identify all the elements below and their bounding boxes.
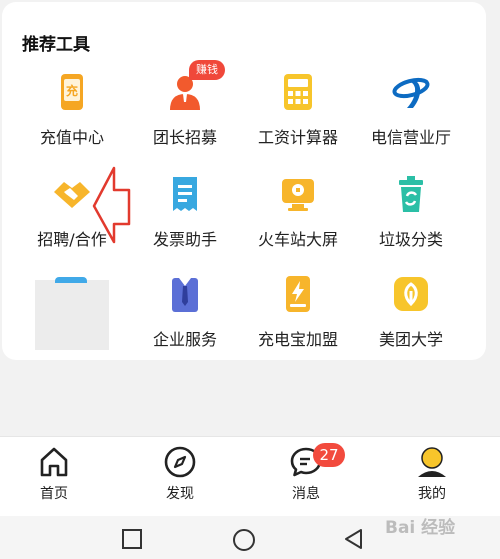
section-title: 推荐工具 (22, 35, 90, 55)
tool-station-screen[interactable]: 火车站大屏 (243, 174, 353, 250)
tab-label: 消息 (292, 486, 320, 502)
tab-home[interactable]: 首页 (14, 445, 94, 503)
svg-text:充: 充 (66, 83, 78, 98)
calculator-icon (278, 72, 318, 112)
watermark: Bai 经验 (385, 518, 456, 538)
tab-discover[interactable]: 发现 (140, 445, 220, 503)
university-icon (391, 274, 431, 314)
tool-salary-calculator[interactable]: 工资计算器 (243, 72, 353, 148)
tool-leader-recruit[interactable]: 团长招募 (130, 72, 240, 148)
tool-label: 发票助手 (152, 230, 217, 249)
tab-label: 我的 (418, 486, 446, 502)
tool-enterprise-service[interactable]: 企业服务 (130, 274, 240, 350)
tool-invoice-assistant[interactable]: 发票助手 (130, 174, 240, 250)
home-icon (40, 447, 68, 477)
tab-mine[interactable]: 我的 (392, 445, 472, 503)
telecom-icon (391, 72, 431, 112)
tool-label: 充值中心 (39, 128, 104, 147)
tab-label: 发现 (166, 486, 194, 502)
tool-label: 火车站大屏 (257, 230, 338, 249)
bottom-tab-bar: 首页 发现 消息 我的 (0, 436, 500, 516)
tool-label: 企业服务 (152, 330, 217, 349)
earn-badge: 赚钱 (189, 60, 225, 80)
profile-icon (418, 447, 446, 477)
train-screen-icon (278, 174, 318, 214)
message-count-badge: 27 (313, 443, 345, 467)
tool-label: 美团大学 (378, 330, 443, 349)
handshake-icon (52, 174, 92, 214)
tool-label: 团长招募 (152, 128, 217, 147)
trash-icon (391, 174, 431, 214)
recharge-icon: 充 (52, 72, 92, 112)
redacted-tool-tile[interactable] (35, 277, 109, 350)
recent-apps-icon[interactable] (121, 528, 143, 550)
tool-telecom-hall[interactable]: 电信营业厅 (356, 72, 466, 148)
enterprise-icon (165, 274, 205, 314)
tool-label: 垃圾分类 (378, 230, 443, 249)
tool-label: 工资计算器 (257, 128, 338, 147)
invoice-icon (165, 174, 205, 214)
tool-meituan-university[interactable]: 美团大学 (356, 274, 466, 350)
partial-icon (55, 277, 87, 283)
tool-power-bank[interactable]: 充电宝加盟 (243, 274, 353, 350)
power-bank-icon (278, 274, 318, 314)
annotation-arrow-icon (92, 166, 131, 244)
tool-label: 充电宝加盟 (257, 330, 338, 349)
compass-icon (164, 446, 196, 478)
tool-label: 电信营业厅 (370, 128, 451, 147)
home-circle-icon[interactable] (232, 528, 256, 552)
back-triangle-icon[interactable] (343, 528, 365, 550)
tool-recharge-center[interactable]: 充 充值中心 (17, 72, 127, 148)
tool-garbage-sorting[interactable]: 垃圾分类 (356, 174, 466, 250)
tab-label: 首页 (40, 486, 68, 502)
